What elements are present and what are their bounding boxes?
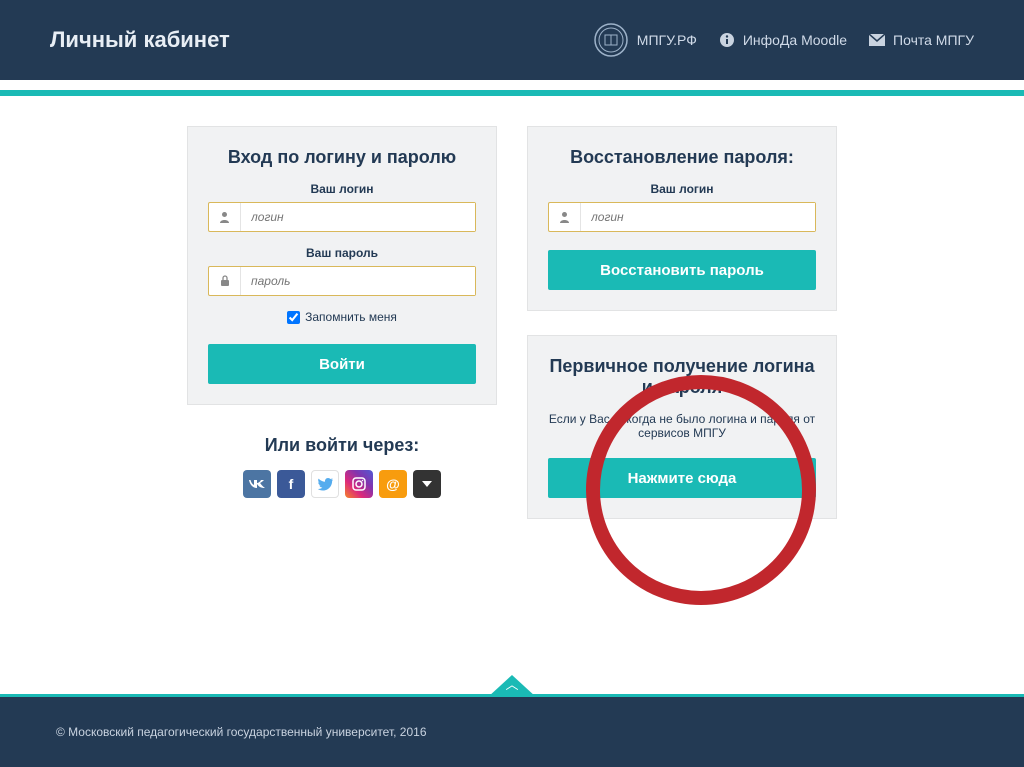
remember-checkbox[interactable] — [287, 311, 300, 324]
user-icon — [209, 203, 241, 231]
first-time-button[interactable]: Нажмите сюда — [548, 458, 816, 498]
header-nav: МПГУ.РФ ИнфоДа Moodle Почта МПГУ — [593, 22, 974, 58]
page-title: Личный кабинет — [50, 27, 230, 53]
recovery-panel: Восстановление пароля: Ваш логин Восстан… — [527, 126, 837, 311]
alt-login-section: Или войти через: f @ — [187, 429, 497, 498]
password-field-label: Ваш пароль — [208, 246, 476, 260]
info-icon — [719, 32, 735, 48]
first-time-title: Первичное получение логина и пароля — [548, 356, 816, 398]
social-row: f @ — [187, 470, 497, 498]
recovery-login-label: Ваш логин — [548, 182, 816, 196]
footer: © Московский педагогический государствен… — [0, 697, 1024, 767]
nav-mail-label: Почта МПГУ — [893, 32, 974, 48]
instagram-icon[interactable] — [345, 470, 373, 498]
facebook-icon[interactable]: f — [277, 470, 305, 498]
mailru-icon[interactable]: @ — [379, 470, 407, 498]
login-input[interactable] — [241, 203, 475, 231]
nav-moodle-label: ИнфоДа Moodle — [743, 32, 847, 48]
right-column: Восстановление пароля: Ваш логин Восстан… — [527, 126, 837, 519]
login-panel: Вход по логину и паролю Ваш логин Ваш па… — [187, 126, 497, 405]
recovery-title: Восстановление пароля: — [548, 147, 816, 168]
twitter-icon[interactable] — [311, 470, 339, 498]
recovery-login-input[interactable] — [581, 203, 815, 231]
nav-site-link[interactable]: МПГУ.РФ — [593, 22, 697, 58]
lock-icon — [209, 267, 241, 295]
first-time-subtitle: Если у Вас никогда не было логина и паро… — [548, 412, 816, 440]
remember-label: Запомнить меня — [305, 310, 397, 324]
recovery-submit-button[interactable]: Восстановить пароль — [548, 250, 816, 290]
nav-moodle-link[interactable]: ИнфоДа Moodle — [719, 32, 847, 48]
login-input-wrap — [208, 202, 476, 232]
header: Личный кабинет МПГУ.РФ ИнфоДа Moodle — [0, 0, 1024, 80]
footer-copyright: © Московский педагогический государствен… — [56, 725, 427, 739]
password-input-wrap — [208, 266, 476, 296]
left-column: Вход по логину и паролю Ваш логин Ваш па… — [187, 126, 497, 519]
login-title: Вход по логину и паролю — [208, 147, 476, 168]
chevron-up-icon: ︿ — [505, 674, 518, 693]
login-field-label: Ваш логин — [208, 182, 476, 196]
first-time-panel: Первичное получение логина и пароля Если… — [527, 335, 837, 519]
mail-icon — [869, 34, 885, 46]
nav-site-label: МПГУ.РФ — [637, 32, 697, 48]
login-submit-button[interactable]: Войти — [208, 344, 476, 384]
remember-row: Запомнить меня — [208, 310, 476, 324]
user-icon — [549, 203, 581, 231]
alt-login-title: Или войти через: — [187, 435, 497, 456]
emblem-icon — [593, 22, 629, 58]
nav-mail-link[interactable]: Почта МПГУ — [869, 32, 974, 48]
recovery-input-wrap — [548, 202, 816, 232]
more-dropdown-icon[interactable] — [413, 470, 441, 498]
vk-icon[interactable] — [243, 470, 271, 498]
main-content: Вход по логину и паролю Ваш логин Ваш па… — [0, 96, 1024, 519]
password-input[interactable] — [241, 267, 475, 295]
